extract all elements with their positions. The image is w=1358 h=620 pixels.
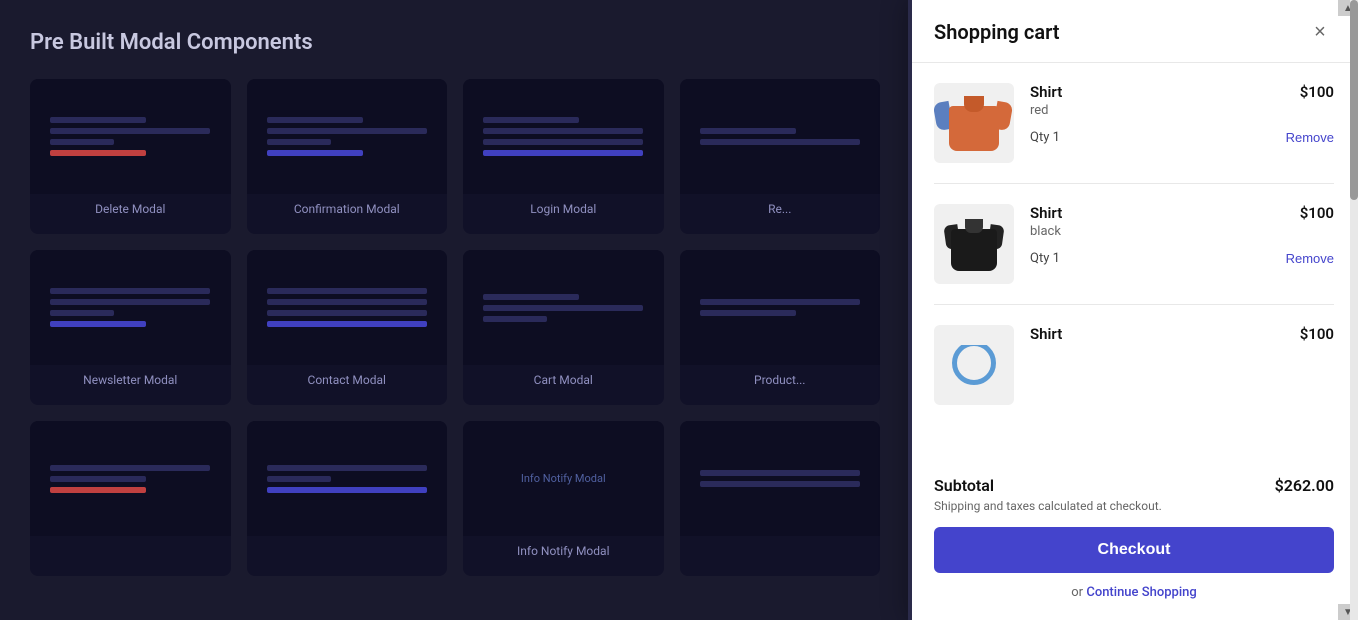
item-details-1: Shirt $100 red Qty 1 Remove — [1030, 83, 1334, 145]
modal-card-login[interactable]: Login Modal — [463, 79, 664, 234]
cart-title: Shopping cart — [934, 20, 1059, 44]
item-image-partial — [934, 325, 1014, 405]
continue-shopping-link[interactable]: Continue Shopping — [1086, 585, 1196, 600]
modal-label-info: Info Notify Modal — [463, 536, 664, 558]
remove-button-1[interactable]: Remove — [1286, 130, 1334, 145]
modal-card-10[interactable] — [247, 421, 448, 576]
item-name-3: Shirt — [1030, 325, 1062, 343]
cart-item-3: Shirt $100 — [934, 305, 1334, 415]
modal-card-product[interactable]: Product... — [680, 250, 881, 405]
cart-header: Shopping cart × — [910, 0, 1358, 63]
item-qty-1: Qty 1 — [1030, 130, 1060, 145]
modal-card-confirmation[interactable]: Confirmation Modal — [247, 79, 448, 234]
cart-panel: Shopping cart × Shirt $100 red — [910, 0, 1358, 620]
background-page: Pre Built Modal Components Delete Modal — [0, 0, 910, 620]
item-qty-2: Qty 1 — [1030, 251, 1060, 266]
modal-grid: Delete Modal Confirmation Modal — [30, 79, 880, 576]
item-details-2: Shirt $100 black Qty 1 Remove — [1030, 204, 1334, 266]
continue-shopping-row: or Continue Shopping — [934, 585, 1334, 600]
cart-items-list: Shirt $100 red Qty 1 Remove — [910, 63, 1358, 460]
cart-scrollbar[interactable] — [1350, 0, 1358, 620]
cart-item-1: Shirt $100 red Qty 1 Remove — [934, 63, 1334, 184]
scroll-thumb[interactable] — [1350, 0, 1358, 200]
modal-label-10 — [247, 536, 448, 544]
item-name-1: Shirt — [1030, 83, 1062, 101]
item-name-2: Shirt — [1030, 204, 1062, 222]
checkout-button[interactable]: Checkout — [934, 527, 1334, 573]
modal-label-product: Product... — [680, 365, 881, 387]
modal-label-cart: Cart Modal — [463, 365, 664, 387]
item-details-3: Shirt $100 — [1030, 325, 1334, 343]
modal-card-info[interactable]: Info Notify Modal Info Notify Modal — [463, 421, 664, 576]
item-color-2: black — [1030, 224, 1334, 239]
modal-label-4: Re... — [680, 194, 881, 216]
modal-card-contact[interactable]: Contact Modal — [247, 250, 448, 405]
cart-footer: Subtotal $262.00 Shipping and taxes calc… — [910, 460, 1358, 620]
item-price-2: $100 — [1300, 204, 1334, 222]
modal-label-newsletter: Newsletter Modal — [30, 365, 231, 387]
modal-label-login: Login Modal — [463, 194, 664, 216]
item-image-red — [934, 83, 1014, 163]
modal-card-12[interactable] — [680, 421, 881, 576]
page-title: Pre Built Modal Components — [30, 30, 880, 55]
item-price-3: $100 — [1300, 325, 1334, 343]
modal-label-9 — [30, 536, 231, 544]
close-button[interactable]: × — [1306, 18, 1334, 46]
subtotal-row: Subtotal $262.00 — [934, 476, 1334, 495]
modal-label-contact: Contact Modal — [247, 365, 448, 387]
item-color-1: red — [1030, 103, 1334, 118]
modal-card-4[interactable]: Re... — [680, 79, 881, 234]
subtotal-value: $262.00 — [1275, 476, 1334, 495]
item-price-1: $100 — [1300, 83, 1334, 101]
shipping-note: Shipping and taxes calculated at checkou… — [934, 499, 1334, 513]
modal-label-delete: Delete Modal — [30, 194, 231, 216]
continue-prefix: or — [1071, 585, 1083, 600]
modal-label-confirmation: Confirmation Modal — [247, 194, 448, 216]
modal-card-cart[interactable]: Cart Modal — [463, 250, 664, 405]
item-image-black — [934, 204, 1014, 284]
modal-label-12 — [680, 536, 881, 544]
modal-card-9[interactable] — [30, 421, 231, 576]
modal-card-delete[interactable]: Delete Modal — [30, 79, 231, 234]
modal-card-newsletter[interactable]: Newsletter Modal — [30, 250, 231, 405]
cart-item-2: Shirt $100 black Qty 1 Remove — [934, 184, 1334, 305]
subtotal-label: Subtotal — [934, 476, 994, 495]
remove-button-2[interactable]: Remove — [1286, 251, 1334, 266]
